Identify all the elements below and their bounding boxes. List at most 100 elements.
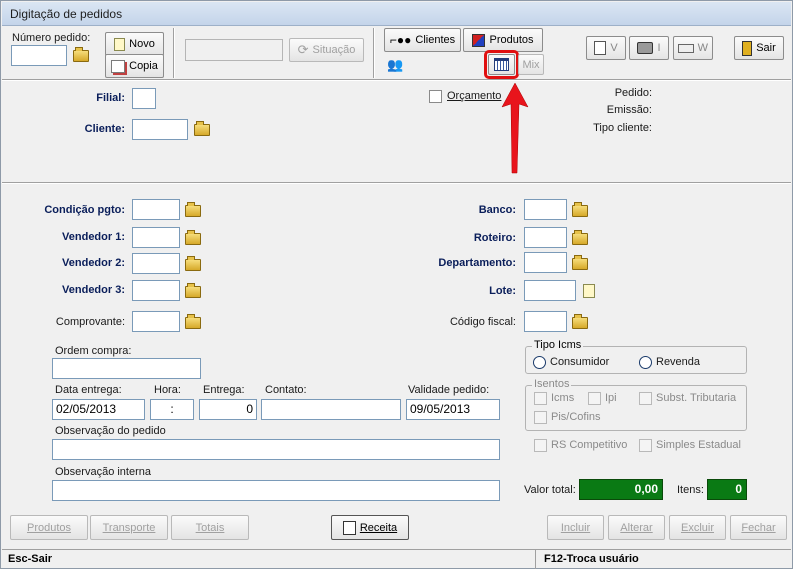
preview-icon xyxy=(594,41,607,55)
data-entrega-label: Data entrega: xyxy=(55,384,122,396)
emissao-label: Emissão: xyxy=(606,104,652,116)
vendedor1-label: Vendedor 1: xyxy=(62,231,125,243)
simples-checkbox[interactable] xyxy=(639,439,652,452)
banco-label: Banco: xyxy=(478,204,516,216)
excluir-button[interactable]: Excluir xyxy=(669,515,726,540)
situacao-label: Situação xyxy=(312,44,356,56)
fechar-label: Fechar xyxy=(741,521,776,534)
observacao-pedido-input[interactable] xyxy=(52,439,500,460)
w-button[interactable]: W xyxy=(673,36,713,60)
numero-pedido-input[interactable] xyxy=(11,45,67,66)
sair-button[interactable]: Sair xyxy=(734,36,784,60)
contato-input[interactable] xyxy=(261,399,401,420)
highlight-marker xyxy=(484,50,519,79)
copia-label: Copia xyxy=(129,60,158,72)
produtos-bottom-button[interactable]: Produtos xyxy=(10,515,88,540)
toolbar-divider xyxy=(2,79,791,81)
validade-input[interactable]: 09/05/2013 xyxy=(406,399,500,420)
tipo-cliente-label: Tipo cliente: xyxy=(593,122,652,134)
vendedor2-input[interactable] xyxy=(132,253,180,274)
card-icon xyxy=(678,43,694,53)
condicao-folder-icon[interactable] xyxy=(185,202,201,217)
isentos-title: Isentos xyxy=(532,378,572,390)
subst-checkbox[interactable] xyxy=(639,392,652,405)
itens-value: 0 xyxy=(707,479,747,500)
mix-button[interactable]: Mix xyxy=(518,54,544,75)
observacao-pedido-label: Observação do pedido xyxy=(55,425,166,437)
alterar-label: Alterar xyxy=(620,521,653,534)
w-label: W xyxy=(697,42,708,54)
situacao-button[interactable]: ⟳ Situação xyxy=(289,38,364,62)
product-box-icon xyxy=(472,33,486,47)
imprimir-button[interactable]: I xyxy=(629,36,669,60)
comprovante-folder-icon[interactable] xyxy=(185,314,201,329)
roteiro-folder-icon[interactable] xyxy=(572,230,588,245)
vendedor2-folder-icon[interactable] xyxy=(185,256,201,271)
ordem-compra-input[interactable] xyxy=(52,358,201,379)
banco-input[interactable] xyxy=(524,199,567,220)
vendedor1-input[interactable] xyxy=(132,227,180,248)
roteiro-input[interactable] xyxy=(524,227,567,248)
clientes-label: Clientes xyxy=(415,34,456,46)
mix-label: Mix xyxy=(522,58,540,71)
codigo-fiscal-folder-icon[interactable] xyxy=(572,314,588,329)
contato-label: Contato: xyxy=(265,384,307,396)
cliente-folder-icon[interactable] xyxy=(194,121,210,136)
lote-input[interactable] xyxy=(524,280,576,301)
toolbar-separator xyxy=(173,28,175,78)
entrega-input[interactable]: 0 xyxy=(199,399,257,420)
new-page-icon xyxy=(114,37,126,51)
vendedor3-folder-icon[interactable] xyxy=(185,283,201,298)
lote-page-icon[interactable] xyxy=(583,284,595,298)
fechar-button[interactable]: Fechar xyxy=(730,515,787,540)
hora-input[interactable]: : xyxy=(150,399,194,420)
ipi-checkbox[interactable] xyxy=(588,392,601,405)
transporte-button[interactable]: Transporte xyxy=(90,515,168,540)
situacao-display xyxy=(185,39,283,61)
copia-button[interactable]: Copia xyxy=(105,54,164,78)
pis-checkbox[interactable] xyxy=(534,411,547,424)
orcamento-checkbox[interactable] xyxy=(429,90,442,103)
visualizar-button[interactable]: V xyxy=(586,36,626,60)
status-esc: Esc-Sair xyxy=(8,553,53,565)
filial-label: Filial: xyxy=(96,92,125,104)
novo-button[interactable]: Novo xyxy=(105,32,164,56)
filial-input[interactable] xyxy=(132,88,156,109)
totais-button[interactable]: Totais xyxy=(171,515,249,540)
folder-icon[interactable] xyxy=(73,47,89,62)
produtos-label: Produtos xyxy=(489,34,534,46)
consumidor-label: Consumidor xyxy=(550,356,610,368)
entrega-label: Entrega: xyxy=(203,384,245,396)
exit-door-icon xyxy=(742,40,753,56)
consumidor-radio[interactable] xyxy=(533,356,546,369)
receita-button[interactable]: Receita xyxy=(331,515,409,540)
departamento-input[interactable] xyxy=(524,252,567,273)
icms-checkbox[interactable] xyxy=(534,392,547,405)
vendedor1-folder-icon[interactable] xyxy=(185,230,201,245)
users-icon[interactable]: 👥 xyxy=(387,57,403,73)
produtos-button[interactable]: Produtos xyxy=(463,28,543,52)
condicao-pgto-input[interactable] xyxy=(132,199,180,220)
codigo-fiscal-input[interactable] xyxy=(524,311,567,332)
revenda-label: Revenda xyxy=(656,356,701,368)
revenda-radio[interactable] xyxy=(639,356,652,369)
imprimir-label: I xyxy=(657,42,661,54)
alterar-button[interactable]: Alterar xyxy=(608,515,665,540)
banco-folder-icon[interactable] xyxy=(572,202,588,217)
novo-label: Novo xyxy=(129,38,155,50)
totais-label: Totais xyxy=(195,521,225,534)
visualizar-label: V xyxy=(610,42,618,54)
vendedor3-input[interactable] xyxy=(132,280,180,301)
incluir-button[interactable]: Incluir xyxy=(547,515,604,540)
cliente-label: Cliente: xyxy=(84,123,125,135)
departamento-folder-icon[interactable] xyxy=(572,255,588,270)
observacao-interna-input[interactable] xyxy=(52,480,500,501)
produtos-bottom-label: Produtos xyxy=(26,521,72,534)
comprovante-input[interactable] xyxy=(132,311,180,332)
tipo-icms-title: Tipo Icms xyxy=(532,339,584,351)
cliente-input[interactable] xyxy=(132,119,188,140)
rs-checkbox[interactable] xyxy=(534,439,547,452)
data-entrega-input[interactable]: 02/05/2013 xyxy=(52,399,145,420)
clientes-button[interactable]: ⌐●● Clientes xyxy=(384,28,461,52)
status-f12: F12-Troca usuário xyxy=(544,553,639,565)
